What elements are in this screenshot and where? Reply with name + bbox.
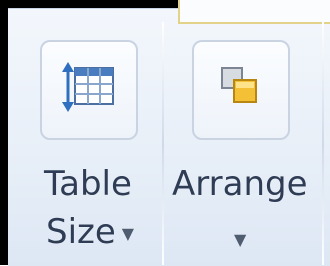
ribbon-tab-edge [178,0,330,24]
group-separator [322,22,324,265]
table-size-label-text: Size [46,212,116,252]
table-size-label-line1: Table [44,164,132,204]
arrange-button[interactable]: Arrange ▼ [164,24,322,265]
table-size-button[interactable]: Table Size ▼ [8,24,162,265]
arrange-label: Arrange [172,164,308,204]
chevron-down-icon: ▼ [234,230,247,249]
arrange-icon [221,67,257,103]
table-size-icon [62,62,114,112]
table-size-label-line2: Size ▼ [46,212,134,252]
chevron-down-icon: ▼ [121,224,135,243]
